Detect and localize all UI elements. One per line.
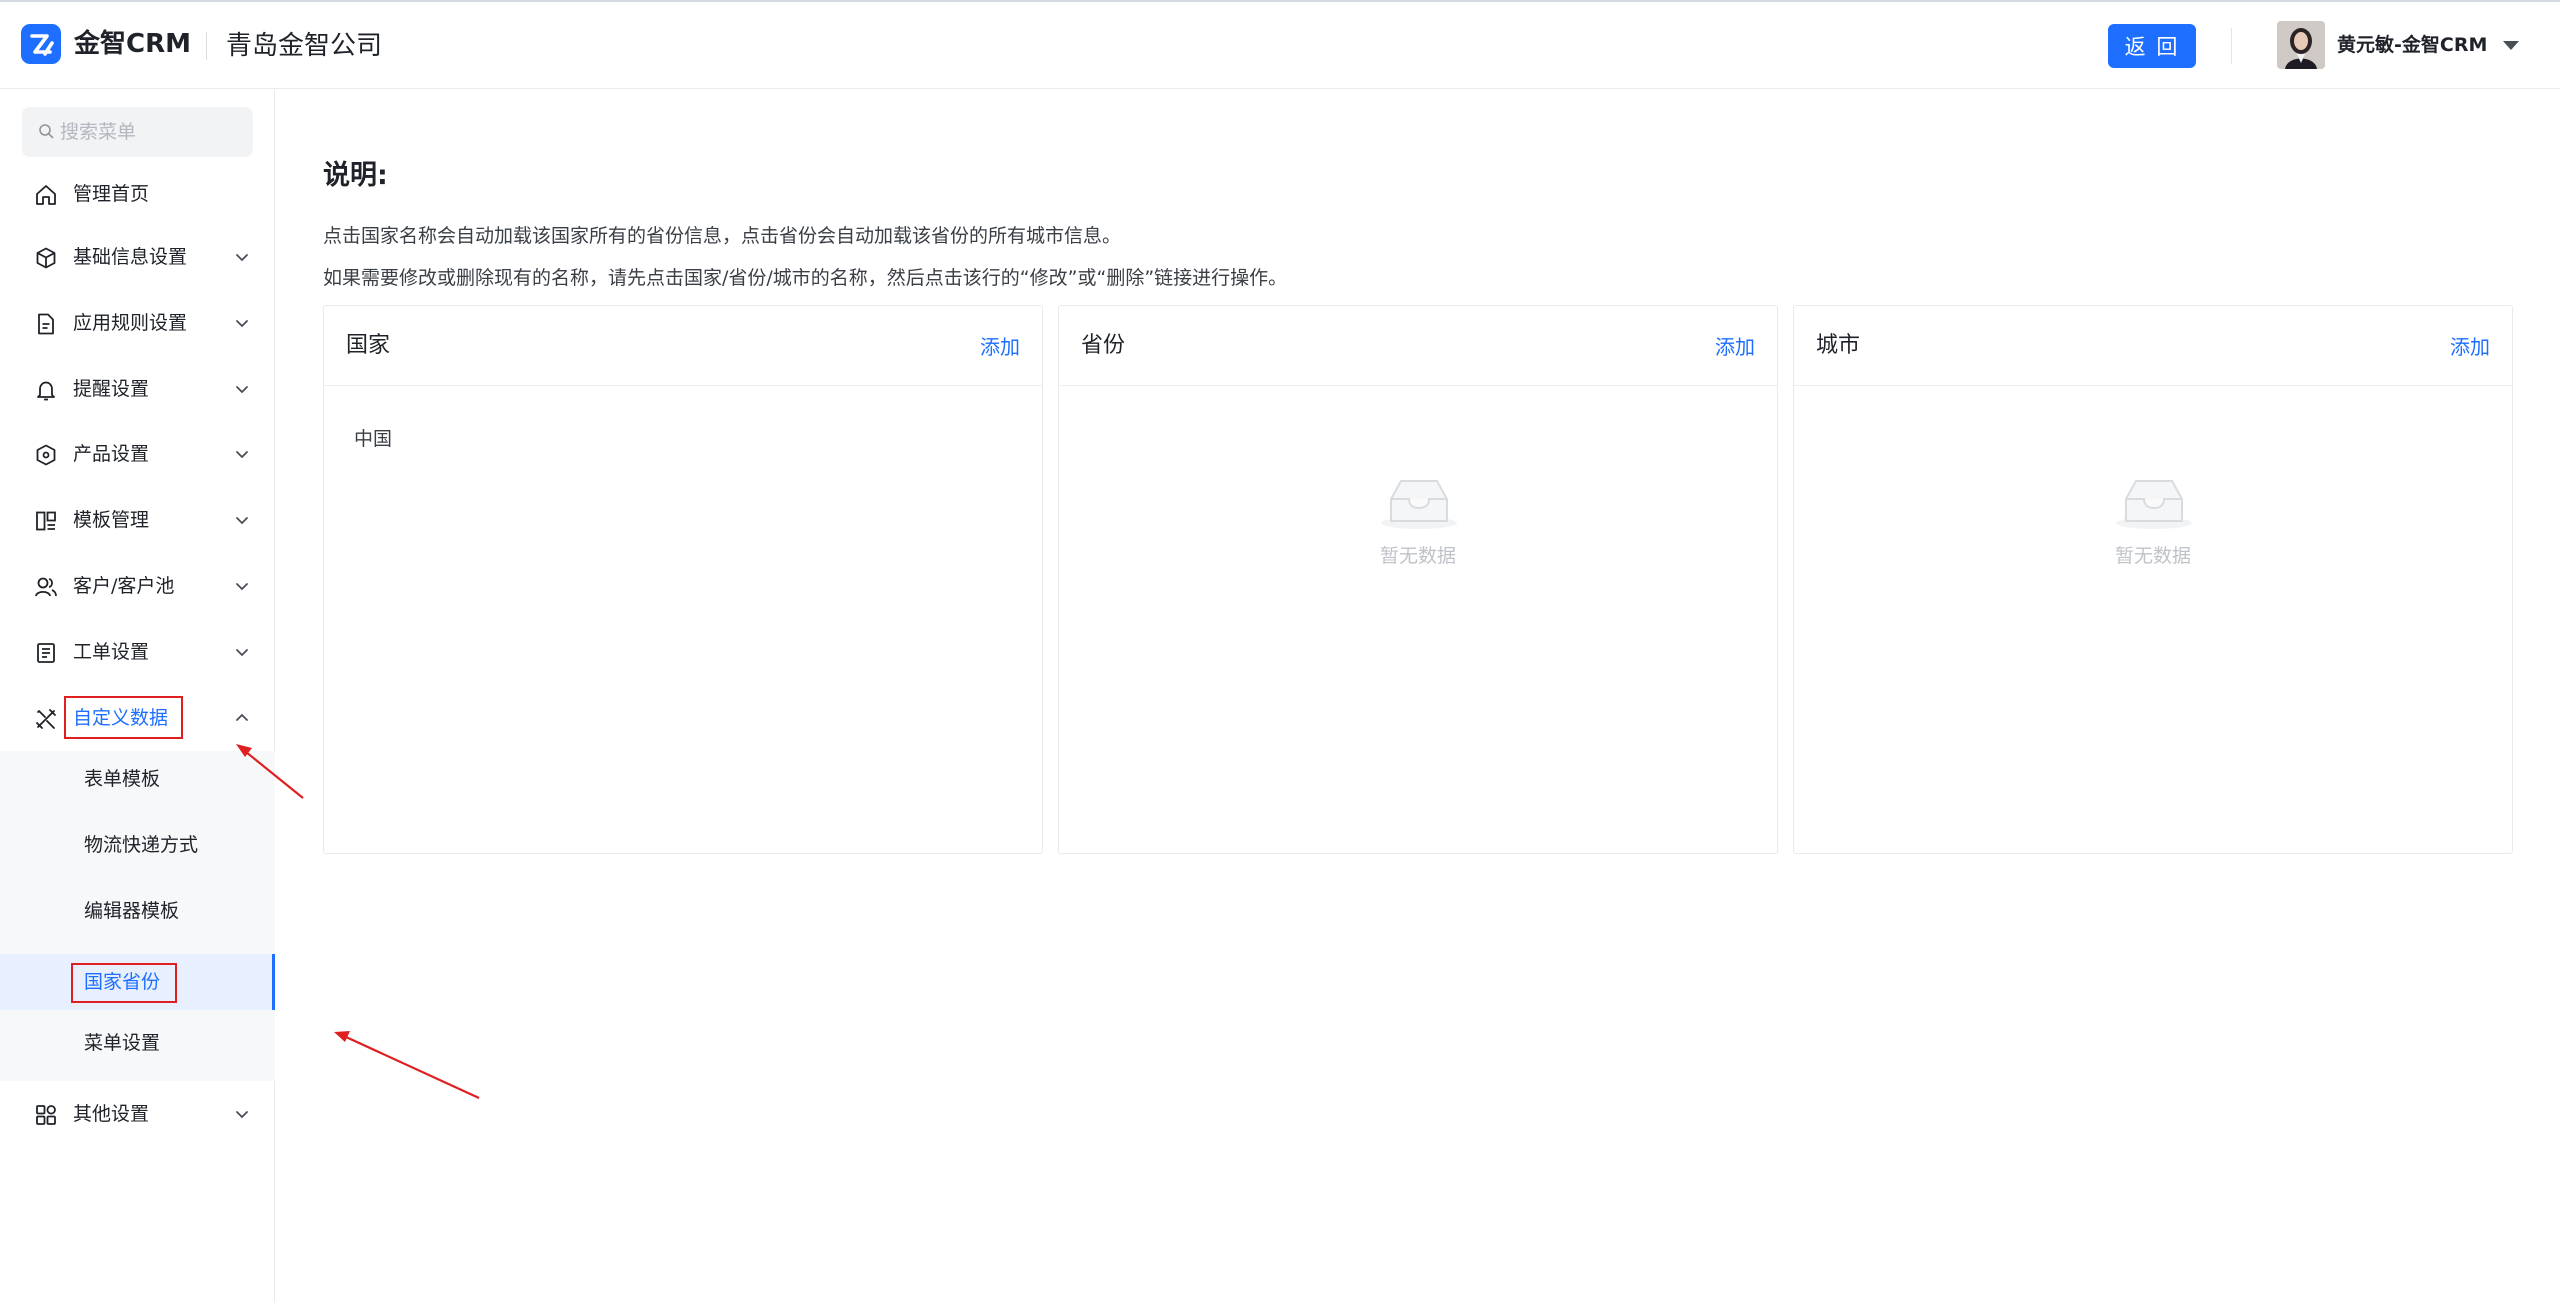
empty-state: 暂无数据 xyxy=(1059,471,1777,581)
empty-state: 暂无数据 xyxy=(1794,471,2512,581)
add-country-link[interactable]: 添加 xyxy=(980,333,1020,361)
top-header: 金智CRM 青岛金智公司 返 回 黄元敏-金智CRM xyxy=(0,2,2560,89)
sidebar-item-basic-info[interactable]: 基础信息设置 xyxy=(0,224,275,290)
sidebar-item-customers[interactable]: 客户/客户池 xyxy=(0,553,275,619)
chevron-down-icon xyxy=(236,649,248,657)
sidebar-item-label: 提醒设置 xyxy=(73,378,150,400)
arrow-to-country-province xyxy=(334,1031,480,1099)
app-name: 金智CRM xyxy=(74,29,191,59)
sidebar-item-other[interactable]: 其他设置 xyxy=(0,1081,275,1147)
submenu-item-label: 编辑器模板 xyxy=(84,900,180,922)
document-icon xyxy=(38,313,54,335)
company-name: 青岛金智公司 xyxy=(226,31,383,61)
submenu-item-label: 菜单设置 xyxy=(84,1032,161,1054)
panel-title: 城市 xyxy=(1816,333,1861,358)
sidebar-item-work-orders[interactable]: 工单设置 xyxy=(0,619,275,685)
logo-icon xyxy=(21,24,61,64)
submenu-item-logistics[interactable]: 物流快递方式 xyxy=(0,817,275,873)
menu-search xyxy=(22,107,253,157)
chevron-down-icon xyxy=(236,386,248,394)
header-divider xyxy=(206,32,207,60)
sidebar-item-reminders[interactable]: 提醒设置 xyxy=(0,356,275,422)
list-item[interactable]: 中国 xyxy=(354,426,392,452)
page-title: 说明: xyxy=(323,160,388,191)
sidebar-item-label: 应用规则设置 xyxy=(73,312,188,334)
submenu-item-menu-settings[interactable]: 菜单设置 xyxy=(0,1015,275,1071)
chevron-down-icon xyxy=(236,583,248,591)
submenu-item-label: 物流快递方式 xyxy=(84,834,199,856)
chevron-down-icon xyxy=(236,320,248,328)
chevron-down-icon xyxy=(236,1111,248,1119)
search-icon xyxy=(39,124,54,139)
sidebar-item-label: 管理首页 xyxy=(73,183,150,205)
chevron-down-icon xyxy=(236,254,248,262)
submenu-item-label: 表单模板 xyxy=(84,768,161,790)
annotation-box-custom-data xyxy=(64,696,183,739)
submenu-item-editor-templates[interactable]: 编辑器模板 xyxy=(0,883,275,939)
chevron-down-icon xyxy=(236,451,248,459)
avatar[interactable] xyxy=(2277,21,2325,69)
submenu-item-form-templates[interactable]: 表单模板 xyxy=(0,751,275,807)
sidebar-item-products[interactable]: 产品设置 xyxy=(0,421,275,487)
box-icon xyxy=(36,444,56,466)
panel-header: 城市 添加 xyxy=(1794,306,2512,386)
grid-icon xyxy=(36,1105,56,1125)
username[interactable]: 黄元敏-金智CRM xyxy=(2337,32,2487,58)
sidebar-item-home[interactable]: 管理首页 xyxy=(0,161,275,227)
search-input[interactable] xyxy=(60,107,250,157)
empty-inbox-icon xyxy=(1381,480,1457,529)
sidebar-item-label: 工单设置 xyxy=(73,641,150,663)
sidebar-item-label: 产品设置 xyxy=(73,443,150,465)
description-line-2: 如果需要修改或删除现有的名称，请先点击国家/省份/城市的名称，然后点击该行的“修… xyxy=(323,267,1288,289)
add-city-link[interactable]: 添加 xyxy=(2450,333,2490,361)
cube-icon xyxy=(36,247,56,269)
submenu-custom-data: 表单模板 物流快递方式 编辑器模板 国家省份 菜单设置 xyxy=(0,751,275,1081)
panel-title: 国家 xyxy=(346,333,391,358)
panel-country: 国家 添加 中国 xyxy=(323,305,1043,854)
back-button[interactable]: 返 回 xyxy=(2108,24,2196,68)
user-menu-caret-icon[interactable] xyxy=(2503,41,2519,50)
sidebar-item-templates[interactable]: 模板管理 xyxy=(0,487,275,553)
header-divider-right xyxy=(2231,28,2232,64)
home-icon xyxy=(36,185,56,205)
users-icon xyxy=(35,577,57,597)
template-icon xyxy=(36,511,56,531)
sidebar-item-label: 其他设置 xyxy=(73,1103,150,1125)
sidebar-item-app-rules[interactable]: 应用规则设置 xyxy=(0,290,275,356)
empty-text: 暂无数据 xyxy=(1379,545,1456,567)
ticket-icon xyxy=(37,643,55,663)
empty-text: 暂无数据 xyxy=(2114,545,2191,567)
panel-province: 省份 添加 暂无数据 xyxy=(1058,305,1778,854)
annotation-box-country-province xyxy=(71,963,177,1003)
panel-header: 省份 添加 xyxy=(1059,306,1777,386)
chevron-down-icon xyxy=(236,517,248,525)
sidebar-item-label: 模板管理 xyxy=(73,509,150,531)
bell-icon xyxy=(37,381,55,401)
panel-title: 省份 xyxy=(1081,333,1126,358)
chevron-up-icon xyxy=(236,713,248,721)
panel-header: 国家 添加 xyxy=(324,306,1042,386)
sidebar-item-label: 基础信息设置 xyxy=(73,246,188,268)
description-line-1: 点击国家名称会自动加载该国家所有的省份信息，点击省份会自动加载该省份的所有城市信… xyxy=(323,225,1122,247)
add-province-link[interactable]: 添加 xyxy=(1715,333,1755,361)
sidebar-item-label: 客户/客户池 xyxy=(73,575,175,597)
panel-city: 城市 添加 暂无数据 xyxy=(1793,305,2513,854)
empty-inbox-icon xyxy=(2116,480,2192,529)
tools-icon xyxy=(36,709,56,729)
